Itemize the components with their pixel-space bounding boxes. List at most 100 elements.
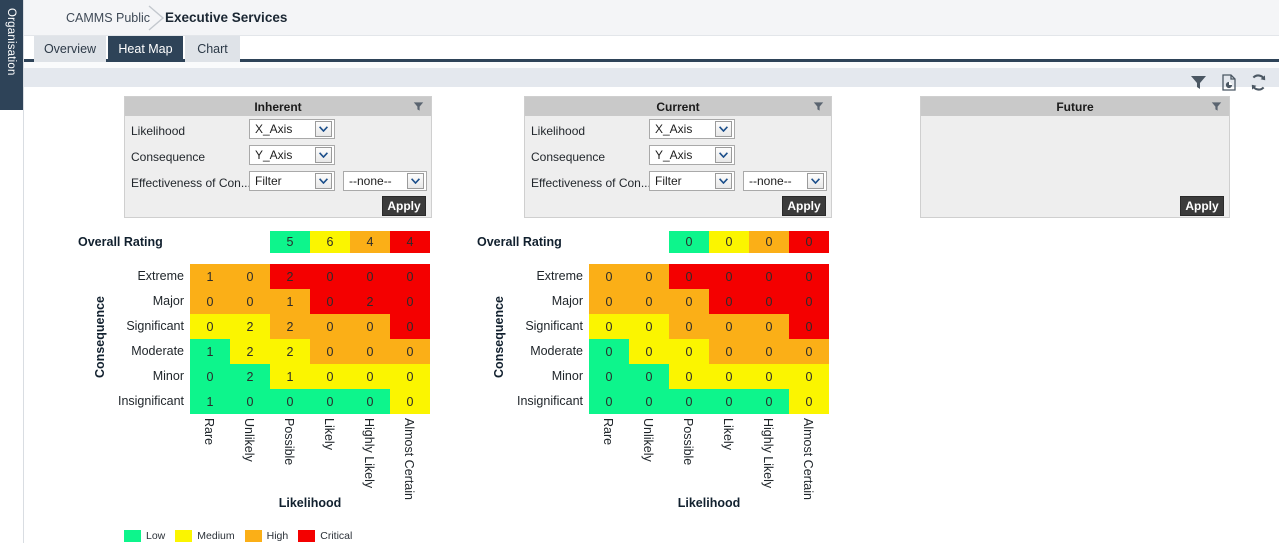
panel-filter-icon[interactable]: [412, 100, 425, 113]
heatmap-cell[interactable]: 0: [190, 364, 230, 389]
heatmap-cell[interactable]: 0: [589, 314, 629, 339]
heatmap-cell[interactable]: 0: [390, 339, 430, 364]
heatmap-cell[interactable]: 0: [669, 264, 709, 289]
heatmap-cell[interactable]: 0: [350, 364, 390, 389]
select-consequence[interactable]: Y_Axis: [249, 145, 335, 165]
heatmap-cell[interactable]: 0: [709, 364, 749, 389]
heatmap-cell[interactable]: 0: [749, 264, 789, 289]
heatmap-cell[interactable]: 0: [230, 389, 270, 414]
heatmap-cell[interactable]: 0: [709, 314, 749, 339]
heatmap-cell[interactable]: 0: [310, 289, 350, 314]
select-effectiveness-value[interactable]: --none--: [743, 171, 827, 191]
heatmap-cell[interactable]: 0: [629, 264, 669, 289]
heatmap-cell[interactable]: 0: [350, 264, 390, 289]
heatmap-cell[interactable]: 0: [589, 389, 629, 414]
heatmap-cell[interactable]: 0: [709, 339, 749, 364]
overall-rating-cell[interactable]: 5: [270, 231, 310, 253]
sidebar-tab-organisation[interactable]: Organisation: [0, 0, 23, 110]
heatmap-cell[interactable]: 0: [390, 289, 430, 314]
heatmap-cell[interactable]: 2: [230, 339, 270, 364]
heatmap-cell[interactable]: 0: [629, 389, 669, 414]
heatmap-cell[interactable]: 0: [310, 314, 350, 339]
heatmap-cell[interactable]: 0: [789, 289, 829, 314]
heatmap-cell[interactable]: 0: [669, 339, 709, 364]
heatmap-cell[interactable]: 0: [350, 314, 390, 339]
heatmap-cell[interactable]: 2: [350, 289, 390, 314]
heatmap-cell[interactable]: 0: [230, 264, 270, 289]
heatmap-cell[interactable]: 0: [789, 314, 829, 339]
heatmap-cell[interactable]: 0: [270, 389, 310, 414]
heatmap-cell[interactable]: 2: [270, 264, 310, 289]
heatmap-cell[interactable]: 1: [190, 339, 230, 364]
heatmap-cell[interactable]: 0: [310, 389, 350, 414]
panel-filter-icon[interactable]: [1210, 100, 1223, 113]
heatmap-cell[interactable]: 0: [230, 289, 270, 314]
heatmap-cell[interactable]: 2: [270, 339, 310, 364]
apply-button-current[interactable]: Apply: [782, 196, 826, 216]
select-likelihood[interactable]: X_Axis: [649, 119, 735, 139]
report-icon[interactable]: [1215, 69, 1241, 95]
heatmap-cell[interactable]: 0: [669, 364, 709, 389]
overall-rating-cell[interactable]: 4: [390, 231, 430, 253]
heatmap-cell[interactable]: 0: [589, 339, 629, 364]
heatmap-cell[interactable]: 0: [629, 339, 669, 364]
heatmap-cell[interactable]: 0: [390, 389, 430, 414]
heatmap-cell[interactable]: 0: [789, 264, 829, 289]
heatmap-cell[interactable]: 0: [629, 364, 669, 389]
apply-button-inherent[interactable]: Apply: [382, 196, 426, 216]
overall-rating-cell[interactable]: 0: [709, 231, 749, 253]
heatmap-cell[interactable]: 2: [230, 364, 270, 389]
panel-filter-icon[interactable]: [812, 100, 825, 113]
heatmap-cell[interactable]: 0: [749, 314, 789, 339]
select-effectiveness-mode[interactable]: Filter: [649, 171, 735, 191]
select-likelihood[interactable]: X_Axis: [249, 119, 335, 139]
heatmap-cell[interactable]: 0: [789, 339, 829, 364]
heatmap-cell[interactable]: 0: [709, 389, 749, 414]
refresh-icon[interactable]: [1245, 69, 1271, 95]
overall-rating-cell[interactable]: 6: [310, 231, 350, 253]
heatmap-cell[interactable]: 2: [270, 314, 310, 339]
heatmap-cell[interactable]: 0: [350, 339, 390, 364]
heatmap-cell[interactable]: 0: [310, 364, 350, 389]
tab-chart[interactable]: Chart: [185, 36, 240, 62]
heatmap-cell[interactable]: 1: [190, 389, 230, 414]
heatmap-cell[interactable]: 0: [390, 314, 430, 339]
heatmap-cell[interactable]: 2: [230, 314, 270, 339]
heatmap-cell[interactable]: 0: [789, 389, 829, 414]
overall-rating-cell[interactable]: 0: [669, 231, 709, 253]
heatmap-cell[interactable]: 0: [709, 264, 749, 289]
heatmap-cell[interactable]: 0: [749, 339, 789, 364]
filter-icon[interactable]: [1185, 69, 1211, 95]
heatmap-cell[interactable]: 0: [589, 289, 629, 314]
heatmap-cell[interactable]: 0: [669, 389, 709, 414]
tab-heat-map[interactable]: Heat Map: [108, 36, 183, 62]
select-consequence[interactable]: Y_Axis: [649, 145, 735, 165]
overall-rating-cell[interactable]: 0: [789, 231, 829, 253]
breadcrumb-item-parent[interactable]: CAMMS Public: [66, 11, 150, 25]
heatmap-cell[interactable]: 0: [749, 364, 789, 389]
heatmap-cell[interactable]: 1: [270, 289, 310, 314]
heatmap-cell[interactable]: 0: [589, 364, 629, 389]
heatmap-cell[interactable]: 0: [789, 364, 829, 389]
heatmap-cell[interactable]: 0: [390, 364, 430, 389]
heatmap-cell[interactable]: 0: [669, 314, 709, 339]
heatmap-cell[interactable]: 1: [270, 364, 310, 389]
heatmap-cell[interactable]: 0: [669, 289, 709, 314]
overall-rating-cell[interactable]: 0: [749, 231, 789, 253]
heatmap-cell[interactable]: 0: [629, 289, 669, 314]
select-effectiveness-value[interactable]: --none--: [343, 171, 427, 191]
overall-rating-cell[interactable]: 4: [350, 231, 390, 253]
heatmap-cell[interactable]: 0: [749, 289, 789, 314]
heatmap-cell[interactable]: 0: [589, 264, 629, 289]
heatmap-cell[interactable]: 0: [190, 314, 230, 339]
heatmap-cell[interactable]: 0: [390, 264, 430, 289]
heatmap-cell[interactable]: 0: [629, 314, 669, 339]
heatmap-cell[interactable]: 0: [190, 289, 230, 314]
tab-overview[interactable]: Overview: [34, 36, 106, 62]
heatmap-cell[interactable]: 1: [190, 264, 230, 289]
apply-button-future[interactable]: Apply: [1180, 196, 1224, 216]
heatmap-cell[interactable]: 0: [749, 389, 789, 414]
heatmap-cell[interactable]: 0: [310, 264, 350, 289]
heatmap-cell[interactable]: 0: [350, 389, 390, 414]
select-effectiveness-mode[interactable]: Filter: [249, 171, 335, 191]
